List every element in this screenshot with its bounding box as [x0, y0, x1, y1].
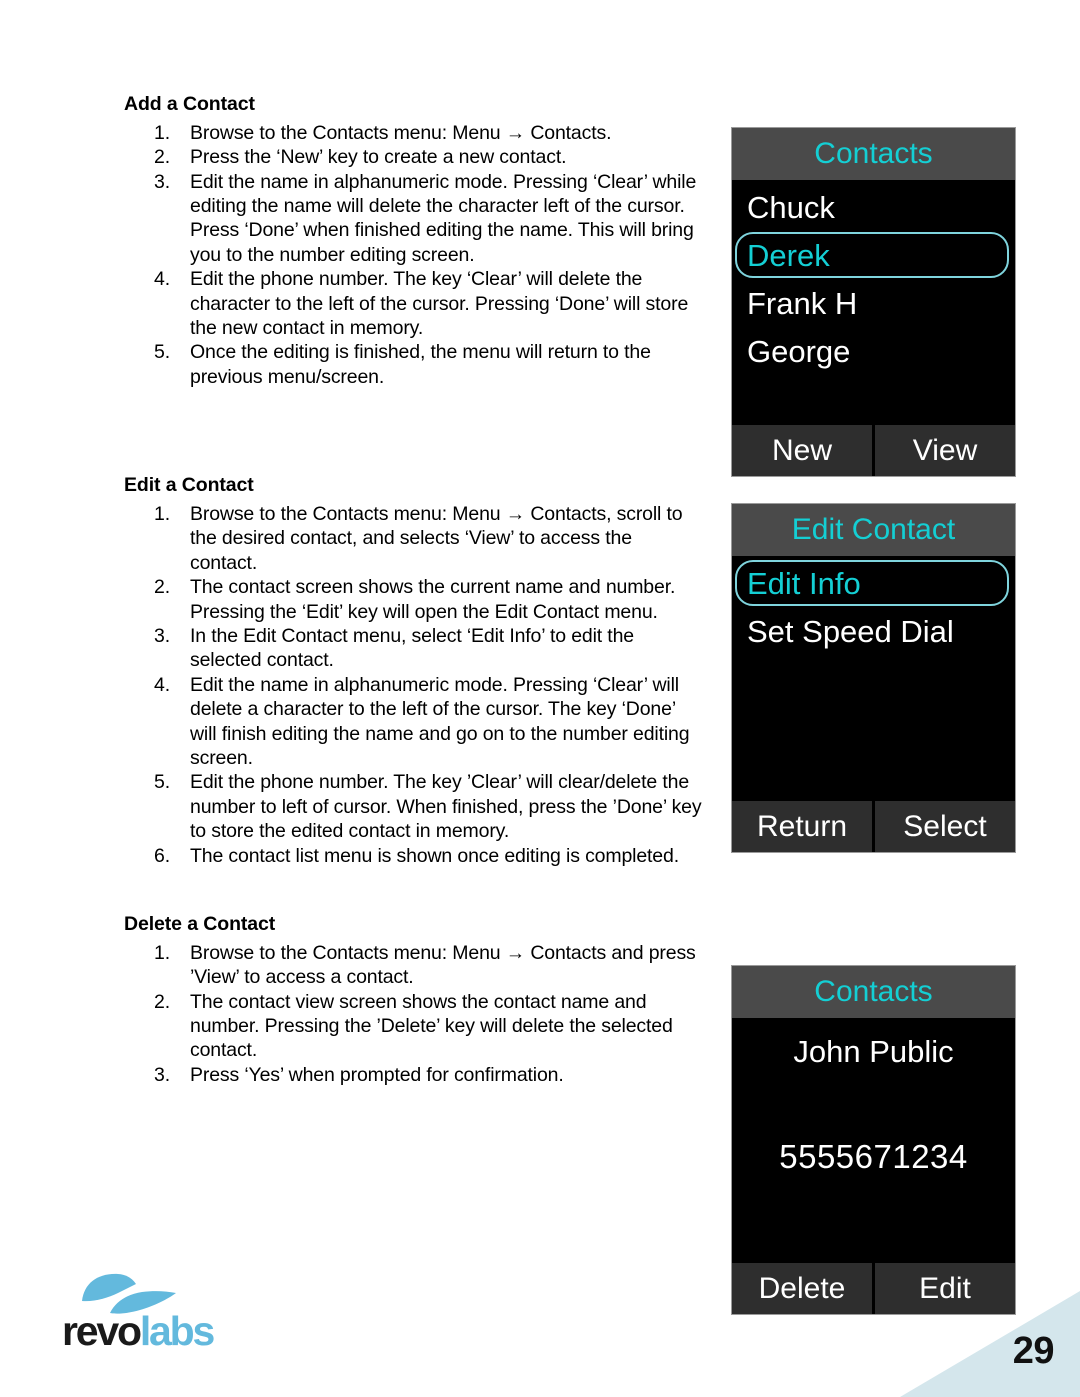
- step-number: 1.: [154, 121, 170, 144]
- instructions-column: Add a Contact 1. Browse to the Contacts …: [124, 92, 704, 1087]
- softkey-label: Return: [756, 809, 848, 843]
- revolabs-logo: revolabs: [62, 1271, 215, 1357]
- softkey-bar: Return Select: [732, 801, 1015, 852]
- step-text: Edit the phone number. The key ‘Clear’ w…: [190, 268, 689, 339]
- edit-contact-menu-body: Edit Info Set Speed Dial: [732, 556, 1015, 801]
- section-heading-add-a-contact: Add a Contact: [124, 93, 255, 115]
- section-heading-edit-a-contact: Edit a Contact: [124, 474, 254, 497]
- step-item: 3. Edit the name in alphanumeric mode. P…: [124, 170, 704, 268]
- step-number: 5.: [154, 341, 170, 364]
- step-number: 2.: [154, 146, 170, 169]
- step-text: In the Edit Contact menu, select ‘Edit I…: [190, 624, 634, 672]
- step-text: The contact screen shows the current nam…: [190, 576, 676, 623]
- steps-list-edit-a-contact: 1. Browse to the Contacts menu: Menu → C…: [124, 502, 704, 868]
- list-item[interactable]: Chuck: [735, 184, 1009, 230]
- screen-title: Contacts: [814, 137, 933, 170]
- screen-title-bar: Edit Contact: [732, 504, 1015, 556]
- contact-number: 5555671234: [779, 1138, 968, 1175]
- step-text: Browse to the Contacts menu: Menu → Cont…: [190, 941, 696, 989]
- step-item: 4. Edit the name in alphanumeric mode. P…: [124, 673, 704, 771]
- logo-text-labs: labs: [139, 1308, 215, 1354]
- list-item-label: Chuck: [747, 189, 835, 225]
- steps-list-add-a-contact: 1. Browse to the Contacts menu: Menu → C…: [124, 121, 704, 389]
- softkey-label: Select: [903, 809, 987, 843]
- step-text: The contact list menu is shown once edit…: [190, 844, 679, 867]
- softkey-label: Delete: [758, 1271, 846, 1305]
- contact-view-body: John Public 5555671234: [732, 1018, 1015, 1263]
- step-item: 2. The contact screen shows the current …: [124, 575, 704, 624]
- softkey-view-button[interactable]: View: [875, 425, 1015, 476]
- step-number: 3.: [154, 170, 170, 193]
- list-item-selected[interactable]: Derek: [735, 232, 1009, 278]
- screen-title-bar: Contacts: [732, 966, 1015, 1018]
- section-heading-delete-a-contact: Delete a Contact: [124, 913, 276, 936]
- section-add-a-contact: Add a Contact 1. Browse to the Contacts …: [124, 92, 704, 389]
- step-text: Once the editing is finished, the menu w…: [190, 341, 651, 388]
- section-edit-a-contact: Edit a Contact 1. Browse to the Contacts…: [124, 473, 704, 868]
- step-text: Press the ‘New’ key to create a new cont…: [190, 146, 567, 169]
- menu-item-label: Set Speed Dial: [747, 613, 954, 649]
- step-item: 1. Browse to the Contacts menu: Menu → C…: [124, 121, 704, 145]
- step-number: 1.: [154, 502, 170, 525]
- step-text: The contact view screen shows the contac…: [190, 990, 673, 1062]
- screen-title-bar: Contacts: [732, 128, 1015, 180]
- step-number: 3.: [154, 1063, 170, 1086]
- list-item-label: Derek: [747, 237, 830, 273]
- screen-title: Edit Contact: [791, 513, 956, 546]
- step-item: 5. Once the editing is finished, the men…: [124, 340, 704, 389]
- step-item: 3. In the Edit Contact menu, select ‘Edi…: [124, 624, 704, 673]
- step-text: Press ‘Yes’ when prompted for confirmati…: [190, 1063, 564, 1086]
- step-item: 2. The contact view screen shows the con…: [124, 990, 704, 1063]
- phone-screen-contacts-list: Contacts Chuck Derek Frank H George New …: [731, 127, 1016, 477]
- softkey-bar: New View: [732, 425, 1015, 476]
- contact-name: John Public: [793, 1034, 954, 1069]
- step-text: Edit the phone number. The key ’Clear’ w…: [190, 771, 702, 843]
- step-number: 3.: [154, 624, 170, 647]
- list-item[interactable]: George: [735, 328, 1009, 374]
- softkey-new-button[interactable]: New: [732, 425, 872, 476]
- page-number: 29: [1012, 1330, 1055, 1372]
- softkey-label: New: [771, 433, 832, 467]
- section-delete-a-contact: Delete a Contact 1. Browse to the Contac…: [124, 912, 704, 1087]
- step-number: 5.: [154, 771, 170, 794]
- phone-screen-edit-contact: Edit Contact Edit Info Set Speed Dial Re…: [731, 503, 1016, 853]
- menu-item-set-speed-dial[interactable]: Set Speed Dial: [735, 608, 1009, 654]
- step-item: 6. The contact list menu is shown once e…: [124, 844, 704, 868]
- contacts-list-body: Chuck Derek Frank H George: [732, 180, 1015, 425]
- step-item: 1. Browse to the Contacts menu: Menu → C…: [124, 502, 704, 575]
- step-item: 5. Edit the phone number. The key ’Clear…: [124, 770, 704, 843]
- list-item-label: George: [747, 333, 851, 369]
- step-item: 1. Browse to the Contacts menu: Menu → C…: [124, 941, 704, 990]
- step-text: Browse to the Contacts menu: Menu → Cont…: [190, 502, 683, 574]
- step-number: 4.: [154, 268, 170, 291]
- phone-screen-contact-view: Contacts John Public 5555671234 Delete E…: [731, 965, 1016, 1315]
- softkey-label: View: [912, 433, 978, 467]
- step-text: Edit the name in alphanumeric mode. Pres…: [190, 673, 690, 769]
- step-item: 3. Press ‘Yes’ when prompted for confirm…: [124, 1063, 704, 1087]
- menu-item-label: Edit Info: [747, 565, 861, 601]
- step-number: 6.: [154, 844, 170, 867]
- step-item: 4. Edit the phone number. The key ‘Clear…: [124, 267, 704, 340]
- softkey-select-button[interactable]: Select: [875, 801, 1015, 852]
- step-number: 1.: [154, 941, 170, 964]
- revolabs-wordmark: revolabs: [62, 1308, 215, 1354]
- step-text: Browse to the Contacts menu: Menu → Cont…: [190, 121, 612, 144]
- softkey-return-button[interactable]: Return: [732, 801, 872, 852]
- step-item: 2. Press the ‘New’ key to create a new c…: [124, 145, 704, 169]
- logo-text-revo: revo: [62, 1308, 142, 1354]
- step-number: 2.: [154, 576, 170, 599]
- step-number: 4.: [154, 673, 170, 696]
- list-item-label: Frank H: [747, 285, 858, 321]
- list-item[interactable]: Frank H: [735, 280, 1009, 326]
- screen-title: Contacts: [814, 975, 933, 1008]
- steps-list-delete-a-contact: 1. Browse to the Contacts menu: Menu → C…: [124, 941, 704, 1087]
- menu-item-edit-info[interactable]: Edit Info: [735, 560, 1009, 606]
- step-number: 2.: [154, 990, 170, 1013]
- softkey-delete-button[interactable]: Delete: [732, 1263, 872, 1314]
- step-text: Edit the name in alphanumeric mode. Pres…: [190, 170, 697, 266]
